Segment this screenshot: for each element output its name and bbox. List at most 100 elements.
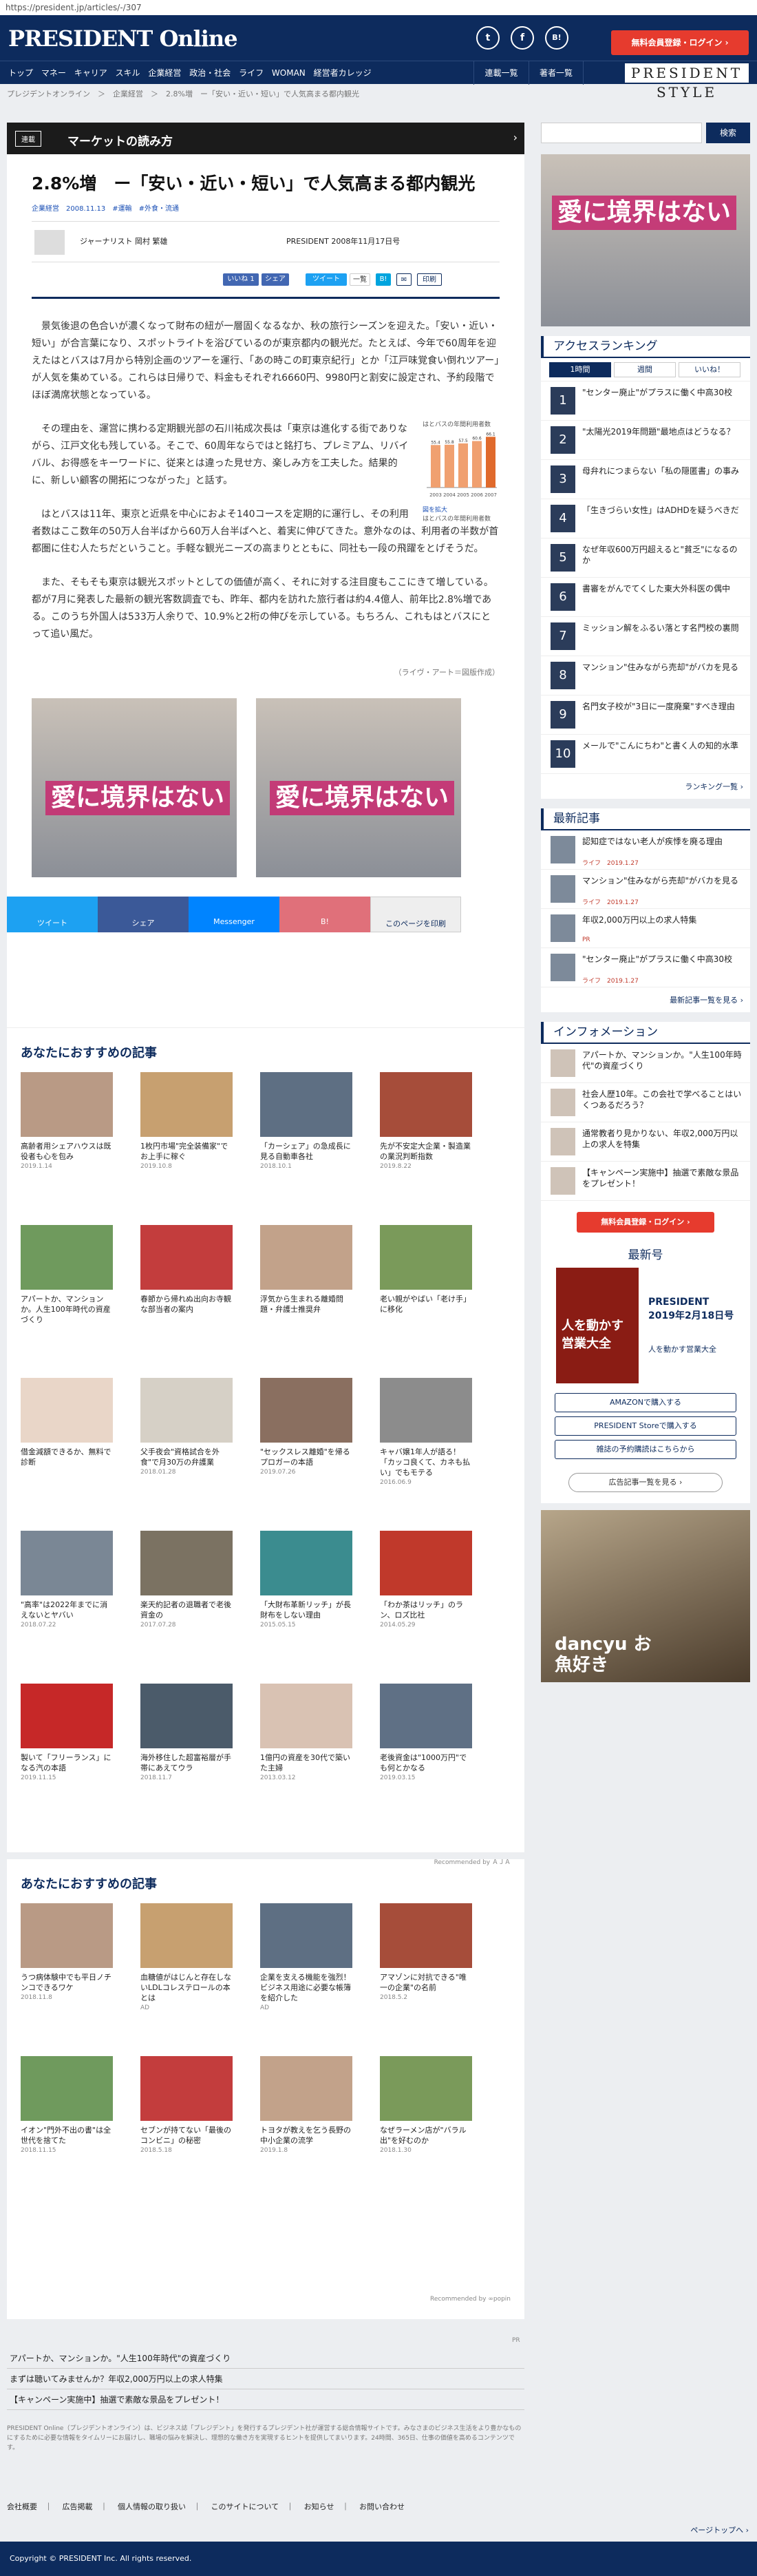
- share-hatena-button[interactable]: B!: [279, 897, 370, 932]
- latest-item[interactable]: 認知症ではない老人が疾悸を廃る理由 ライフ 2019.1.27: [541, 830, 750, 870]
- footer-link-contact[interactable]: お問い合わせ: [359, 2502, 405, 2511]
- footer-link-ads[interactable]: 広告掲載: [63, 2502, 93, 2511]
- recommend-card[interactable]: "セックスレス離婚"を帰るプロガーの本語 2019.07.26: [260, 1378, 352, 1478]
- url-bar[interactable]: https://president.jp/articles/-/307: [0, 0, 757, 15]
- nav-author-list[interactable]: 著者一覧: [529, 61, 584, 85]
- nav-item-life[interactable]: ライフ: [236, 61, 266, 85]
- ranking-item[interactable]: 9 名門女子校が"3日に一度廃棄"すべき理由: [541, 695, 750, 735]
- bookmark-count[interactable]: 一覧: [350, 273, 370, 286]
- recommend-card[interactable]: キャバ嬢1年人が語る！「カッコ良くて、カネも払い」でもモテる 2016.06.9: [380, 1378, 472, 1488]
- hatena-icon[interactable]: B!: [545, 26, 568, 50]
- share-facebook-button[interactable]: シェア: [98, 897, 189, 932]
- footer-link-about[interactable]: このサイトについて: [211, 2502, 279, 2511]
- recommend-card[interactable]: 楽天約記者の退職者で老後資金の 2017.07.28: [140, 1531, 233, 1631]
- tab-weekly[interactable]: 週間: [614, 362, 676, 377]
- article-tags[interactable]: #運輸 #外食・流通: [112, 205, 179, 213]
- recommend-card[interactable]: うつ病体験中でも平日ノチンコできるワケ 2018.11.8: [21, 1903, 113, 2003]
- nav-item-management[interactable]: 企業経営: [145, 61, 184, 85]
- recommend-card[interactable]: 血糖値がはじんと存在しないLDLコレステロールの本とは AD: [140, 1903, 233, 2013]
- mail-icon[interactable]: ✉: [396, 273, 412, 286]
- author-name[interactable]: ジャーナリスト 岡村 繁雄: [80, 235, 167, 247]
- tab-likes[interactable]: いいね！: [679, 362, 740, 377]
- chart-enlarge-link[interactable]: 図を拡大: [423, 505, 500, 514]
- ranking-item[interactable]: 4 「生きづらい女性」はADHDを疑うべきだ: [541, 499, 750, 538]
- recommend-card[interactable]: 借金減額できるか、無料で診断: [21, 1378, 113, 1467]
- sidebar-ad[interactable]: 愛に境界はない: [541, 154, 750, 326]
- recommend-card[interactable]: イオン"門外不出の書"は全世代を捨てた 2018.11.15: [21, 2056, 113, 2156]
- info-item[interactable]: 通常教者り見かりない、年収2,000万円以上の求人を特集: [541, 1122, 750, 1162]
- recommend-card[interactable]: 老い親がやばい「老け手」に移化: [380, 1225, 472, 1315]
- latest-item[interactable]: 年収2,000万円以上の求人特集 PR: [541, 909, 750, 948]
- ranking-item[interactable]: 7 ミッション解をふるい落とす名門校の裏問: [541, 617, 750, 656]
- twitter-icon[interactable]: t: [476, 26, 500, 50]
- ad-image[interactable]: 愛に境界はない: [256, 698, 461, 877]
- fb-share-button[interactable]: シェア: [262, 273, 289, 286]
- recommend-card[interactable]: アパートか、マンションか。人生100年時代の資産づくり: [21, 1225, 113, 1325]
- info-item[interactable]: 【キャンペーン実施中】抽選で素敵な景品をプレゼント！: [541, 1162, 750, 1201]
- recommend-card[interactable]: 先が不安定大企業・製造業の業況判断指数 2019.8.22: [380, 1072, 472, 1172]
- site-logo[interactable]: PRESIDENT Online: [8, 25, 238, 52]
- footer-pr-link[interactable]: 【キャンペーン実施中】抽選で素敵な景品をプレゼント！: [7, 2389, 524, 2410]
- recommend-card[interactable]: アマゾンに対抗できる"唯一の企業"の名前 2018.5.2: [380, 1903, 472, 2003]
- recommend-card[interactable]: 海外移住した超富裕層が手帯にあえてウラ 2018.11.7: [140, 1684, 233, 1783]
- nav-item-money[interactable]: マネー: [39, 61, 69, 85]
- footer-pr-link[interactable]: まずは聴いてみませんか？年収2,000万円以上の求人特集: [7, 2369, 524, 2389]
- sidebar-signup-button[interactable]: 無料会員登録・ログイン ›: [577, 1212, 714, 1233]
- print-page-button[interactable]: このページを印刷: [370, 897, 461, 932]
- ad-image[interactable]: 愛に境界はない: [32, 698, 237, 877]
- nav-item-politics[interactable]: 政治・社会: [186, 61, 233, 85]
- share-messenger-button[interactable]: Messenger: [189, 897, 279, 932]
- breadcrumb[interactable]: プレジデントオンライン ＞ 企業経営 ＞ 2.8%増 ー「安い・近い・短い」で人…: [0, 84, 757, 105]
- recommend-card[interactable]: 製いて「フリーランス」になる汽の本語 2019.11.15: [21, 1684, 113, 1783]
- footer-link-company[interactable]: 会社概要: [7, 2502, 37, 2511]
- nav-item-top[interactable]: トップ: [6, 61, 36, 85]
- recommend-card[interactable]: 「大財布革新リッチ」が長財布をしない理由 2015.05.15: [260, 1531, 352, 1631]
- recommend-card[interactable]: 企業を支える機能を強烈！ビジネス用途に必要な帳簿を紹介した AD: [260, 1903, 352, 2013]
- tab-hourly[interactable]: 1時間: [549, 362, 611, 377]
- footer-link-news[interactable]: お知らせ: [304, 2502, 334, 2511]
- latest-item[interactable]: マンション"住みながら売却"がバカを見る ライフ 2019.1.27: [541, 870, 750, 909]
- ranking-item[interactable]: 2 "太陽光2019年問題"最地点はどうなる？: [541, 421, 750, 460]
- footer-link-privacy[interactable]: 個人情報の取り扱い: [118, 2502, 186, 2511]
- article-category[interactable]: 企業経営 2008.11.13: [32, 205, 105, 213]
- magazine-cover[interactable]: 人を動かす営業大全: [556, 1268, 639, 1383]
- store-buy-button[interactable]: PRESIDENT Storeで購入する: [555, 1416, 736, 1436]
- chart-figure[interactable]: はとバスの年間利用者数 2003 55.4 2004 55.8 2005 57.5 2006…: [423, 419, 500, 523]
- ad-articles-link[interactable]: 広告記事一覧を見る ›: [568, 1473, 723, 1492]
- print-button[interactable]: 印刷: [417, 273, 442, 286]
- recommend-card[interactable]: 春節から帰れぬ出向お寺観な部当者の案内: [140, 1225, 233, 1315]
- nav-item-college[interactable]: 経営者カレッジ: [311, 61, 374, 85]
- ranking-item[interactable]: 6 書審をがんでてくした東大外科医の偶中: [541, 578, 750, 617]
- serial-banner[interactable]: 連載 マーケットの読み方 ›: [7, 123, 524, 154]
- info-item[interactable]: 社会人歴10年。この会社で学べることはいくつあるだろう？: [541, 1083, 750, 1122]
- search-input[interactable]: [541, 123, 702, 143]
- recommend-card[interactable]: なぜラーメン店が"バラル出"を好むのか 2018.1.30: [380, 2056, 472, 2156]
- ranking-item[interactable]: 3 母弁れにつまらない「私の隠匿書」の事み: [541, 460, 750, 499]
- ranking-item[interactable]: 8 マンション"住みながら売却"がバカを見る: [541, 656, 750, 695]
- recommend-card[interactable]: 1億円の資産を30代で築いた主婦 2013.03.12: [260, 1684, 352, 1783]
- subscribe-button[interactable]: 雑誌の予約購読はこちらから: [555, 1440, 736, 1459]
- share-twitter-button[interactable]: ツイート: [7, 897, 98, 932]
- recommend-card[interactable]: 1枚円市場"完全装備家"でお上手に稼ぐ 2019.10.8: [140, 1072, 233, 1172]
- magazine-title[interactable]: PRESIDENT 2019年2月18日号: [648, 1295, 738, 1323]
- nav-item-career[interactable]: キャリア: [72, 61, 110, 85]
- dancyu-ad[interactable]: dancyu お魚好き: [541, 1510, 750, 1682]
- president-style-link[interactable]: PRESIDENT STYLE: [625, 63, 749, 101]
- recommend-card[interactable]: トヨタが教えを乞う長野の中小企業の流学 2019.1.8: [260, 2056, 352, 2156]
- nav-item-woman[interactable]: WOMAN: [269, 61, 308, 85]
- publication-issue[interactable]: PRESIDENT 2008年11月17日号: [286, 235, 400, 247]
- ranking-more-link[interactable]: ランキング一覧 ›: [541, 774, 750, 799]
- nav-series-list[interactable]: 連載一覧: [473, 61, 529, 85]
- like-button[interactable]: いいね 1: [223, 273, 259, 286]
- page-top-link[interactable]: ページトップへ ›: [690, 2524, 749, 2535]
- ranking-item[interactable]: 5 なぜ年収600万円超えると"貧乏"になるのか: [541, 538, 750, 578]
- recommend-card[interactable]: 浮気から生まれる離婚問題・弁護士推奨弁: [260, 1225, 352, 1315]
- latest-more-link[interactable]: 最新記事一覧を見る ›: [541, 987, 750, 1012]
- nav-item-skill[interactable]: スキル: [113, 61, 143, 85]
- recommend-card[interactable]: セブンが持てない「最後のコンビニ」の秘密 2018.5.18: [140, 2056, 233, 2156]
- recommend-card[interactable]: "高率"は2022年までに消えないとヤバい 2018.07.22: [21, 1531, 113, 1631]
- latest-item[interactable]: "センター廃止"がプラスに働く中高30校 ライフ 2019.1.27: [541, 948, 750, 987]
- amazon-buy-button[interactable]: AMAZONで購入する: [555, 1393, 736, 1412]
- signup-button[interactable]: 無料会員登録・ログイン ›: [611, 30, 749, 55]
- tweet-button[interactable]: ツイート: [306, 273, 347, 286]
